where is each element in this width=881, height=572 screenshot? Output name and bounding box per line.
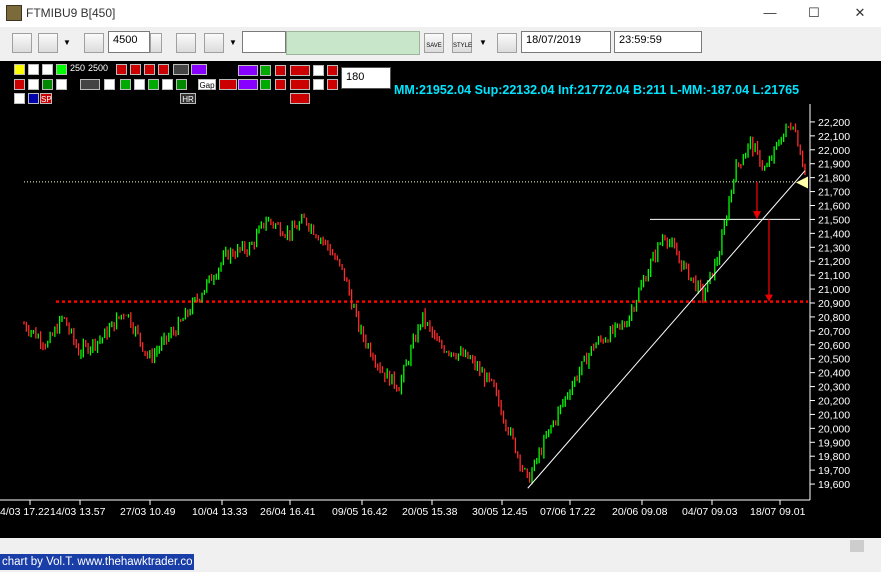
control-box[interactable]: [148, 79, 159, 90]
bars-count-input[interactable]: 4500: [108, 31, 150, 53]
control-box[interactable]: [14, 93, 25, 104]
control-box[interactable]: [130, 64, 141, 75]
chart-credit: chart by Vol.T. www.thehawktrader.co: [0, 554, 195, 570]
control-box[interactable]: [238, 65, 258, 76]
save-disk-icon[interactable]: [12, 33, 32, 53]
control-box[interactable]: [290, 79, 310, 90]
control-box[interactable]: [275, 79, 286, 90]
period-input[interactable]: 180: [341, 67, 391, 89]
period-250-label: 250: [70, 63, 86, 73]
date-picker[interactable]: 18/07/2019: [521, 31, 611, 53]
sound-icon[interactable]: [204, 33, 224, 53]
control-box[interactable]: [104, 79, 115, 90]
sp-button[interactable]: SP: [40, 93, 52, 104]
control-box[interactable]: [176, 79, 187, 90]
control-box[interactable]: [238, 79, 258, 90]
control-box[interactable]: [80, 79, 100, 90]
control-box[interactable]: [42, 79, 53, 90]
horizontal-scrollbar[interactable]: [0, 538, 881, 554]
status-field: [286, 31, 420, 55]
chart-area: [0, 61, 881, 554]
control-box[interactable]: [134, 79, 145, 90]
indicator-button[interactable]: [176, 33, 196, 53]
app-icon: [6, 5, 22, 21]
control-box[interactable]: [28, 93, 39, 104]
close-button[interactable]: ✕: [845, 2, 875, 24]
save-button[interactable]: SAVE: [424, 33, 444, 53]
control-box[interactable]: [191, 64, 207, 75]
time-input[interactable]: 23:59:59: [614, 31, 702, 53]
title-bar: FTMIBU9 B[450] — ☐ ✕: [0, 0, 881, 27]
control-box[interactable]: [56, 79, 67, 90]
control-box[interactable]: [56, 64, 67, 75]
maximize-button[interactable]: ☐: [799, 2, 829, 24]
scrollbar-thumb[interactable]: [850, 540, 864, 552]
control-box[interactable]: [42, 64, 53, 75]
chevron-down-icon[interactable]: ▼: [63, 38, 71, 47]
minimize-button[interactable]: —: [755, 2, 785, 24]
control-box[interactable]: [14, 79, 25, 90]
window-title: FTMIBU9 B[450]: [26, 6, 116, 20]
control-box[interactable]: [260, 79, 271, 90]
control-box[interactable]: [327, 79, 338, 90]
indicator-summary: MM:21952.04 Sup:22132.04 Inf:21772.04 B:…: [394, 83, 800, 97]
chevron-down-icon[interactable]: ▼: [229, 38, 237, 47]
calculator-icon[interactable]: [84, 33, 104, 53]
chevron-down-icon[interactable]: ▼: [479, 38, 487, 47]
play-button[interactable]: [497, 33, 517, 53]
control-box[interactable]: [144, 64, 155, 75]
control-box[interactable]: [28, 79, 39, 90]
control-box[interactable]: [162, 79, 173, 90]
symbol-input[interactable]: [242, 31, 286, 53]
control-box[interactable]: [173, 64, 189, 75]
bars-stepper[interactable]: [150, 33, 162, 53]
control-box[interactable]: [260, 65, 271, 76]
control-box[interactable]: [219, 79, 237, 90]
control-box[interactable]: [313, 65, 324, 76]
control-box[interactable]: [158, 64, 169, 75]
control-box[interactable]: [290, 93, 310, 104]
period-2500-label: 2500: [88, 63, 109, 73]
control-box[interactable]: [28, 64, 39, 75]
control-box[interactable]: [275, 65, 286, 76]
control-box[interactable]: [290, 65, 310, 76]
gap-button[interactable]: Gap: [198, 79, 216, 90]
style-button[interactable]: STYLE: [452, 33, 472, 53]
control-box[interactable]: [116, 64, 127, 75]
control-box[interactable]: [120, 79, 131, 90]
toolbar: ▼ 4500 ▼ SAVE STYLE ▼ 18/07/2019 23:59:5…: [0, 27, 881, 62]
hr-button[interactable]: HR: [180, 93, 196, 104]
control-box[interactable]: [313, 79, 324, 90]
control-box[interactable]: [327, 65, 338, 76]
chart-type-button[interactable]: [38, 33, 58, 53]
control-box[interactable]: [14, 64, 25, 75]
